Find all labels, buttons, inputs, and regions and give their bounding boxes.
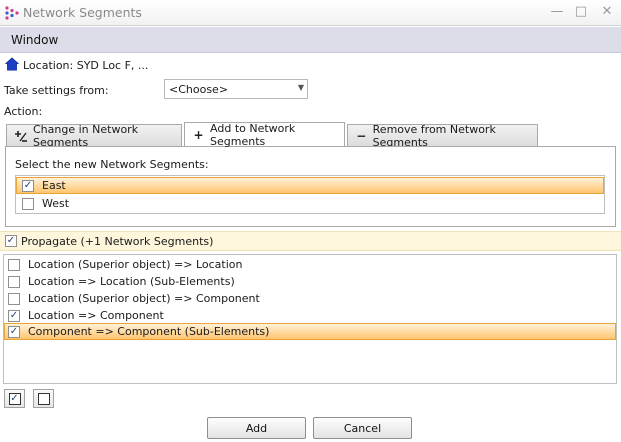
rule-label: Location (Superior object) => Location (28, 258, 243, 271)
rule-label: Location => Component (28, 309, 164, 322)
tab-label: Change in Network Segments (33, 122, 139, 149)
cancel-button[interactable]: Cancel (313, 417, 412, 439)
propagate-label: Propagate (+1 Network Segments) (21, 234, 214, 248)
menu-window[interactable]: Window (11, 33, 58, 47)
rule-checkbox[interactable] (8, 275, 20, 288)
chevron-down-icon: ▼ (297, 83, 304, 92)
maximize-button[interactable]: □ (570, 3, 592, 21)
propagate-checkbox[interactable]: ✓ (5, 235, 17, 247)
checked-box-icon: ✓ (8, 392, 21, 405)
take-settings-label: Take settings from: (4, 84, 109, 97)
list-item[interactable]: Location => Location (Sub-Elements) (4, 273, 616, 290)
rule-checkbox[interactable] (8, 258, 20, 271)
change-icon (14, 129, 28, 143)
rule-checkbox[interactable]: ✓ (8, 325, 20, 338)
west-checkbox[interactable] (22, 197, 34, 210)
list-item-label: West (42, 197, 70, 210)
window-title: Network Segments (23, 5, 142, 20)
menu-bar: Window (0, 27, 621, 53)
segments-list: ✓ East West (15, 175, 605, 214)
location-home-icon (5, 57, 19, 71)
list-item[interactable]: Location (Superior object) => Component (4, 290, 616, 307)
app-logo-icon (5, 6, 19, 20)
rule-checkbox[interactable] (8, 292, 20, 305)
select-all-button[interactable]: ✓ (4, 389, 25, 408)
rule-checkbox[interactable]: ✓ (8, 309, 20, 322)
rule-label: Component => Component (Sub-Elements) (28, 325, 270, 338)
add-button[interactable]: Add (207, 417, 306, 439)
tab-label: Remove from Network Segments (372, 122, 496, 149)
tab-remove-network-segments[interactable]: − Remove from Network Segments (347, 122, 538, 149)
tab-change-network-segments[interactable]: Change in Network Segments (6, 122, 182, 149)
rule-label: Location => Location (Sub-Elements) (28, 275, 235, 288)
list-item[interactable]: Location (Superior object) => Location (4, 256, 616, 273)
location-label: Location: SYD Loc F, ... (23, 59, 149, 72)
action-label: Action: (4, 105, 43, 118)
propagation-rules-list: Location (Superior object) => Location L… (3, 254, 617, 384)
empty-box-icon (37, 392, 50, 405)
select-none-button[interactable] (33, 389, 54, 408)
tab-add-network-segments[interactable]: + Add to Network Segments (184, 121, 345, 148)
settings-source-value: <Choose> (169, 83, 229, 96)
title-bar: Network Segments — □ ✕ (0, 0, 621, 26)
minus-icon: − (356, 128, 367, 143)
tab-label: Add to Network Segments (210, 121, 296, 148)
east-checkbox[interactable]: ✓ (22, 179, 34, 192)
list-item[interactable]: ✓ Component => Component (Sub-Elements) (4, 323, 616, 340)
rule-label: Location (Superior object) => Component (28, 292, 260, 305)
list-item[interactable]: ✓ Location => Component (4, 307, 616, 324)
propagate-bar: ✓ Propagate (+1 Network Segments) (0, 231, 621, 251)
plus-icon: + (193, 127, 204, 142)
add-segments-panel: Select the new Network Segments: ✓ East … (5, 146, 616, 227)
list-item-label: East (42, 179, 66, 192)
list-item-east[interactable]: ✓ East (16, 177, 604, 194)
list-item-west[interactable]: West (16, 195, 604, 212)
minimize-button[interactable]: — (546, 3, 568, 21)
settings-source-dropdown[interactable]: <Choose> ▼ (164, 79, 308, 99)
panel-caption: Select the new Network Segments: (15, 158, 209, 171)
close-button[interactable]: ✕ (596, 3, 618, 21)
